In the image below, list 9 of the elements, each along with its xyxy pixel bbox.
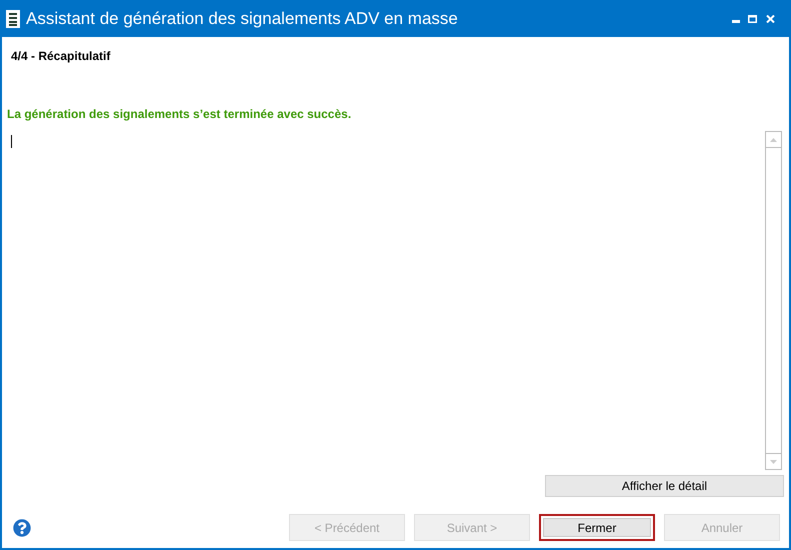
maximize-icon[interactable]: [748, 14, 757, 22]
step-title: 4/4 - Récapitulatif: [11, 48, 110, 65]
close-icon[interactable]: [766, 14, 775, 22]
show-detail-button[interactable]: Afficher le détail: [545, 475, 784, 497]
wizard-button[interactable]: Fermer: [539, 514, 655, 541]
app-icon: [6, 10, 20, 28]
help-icon[interactable]: [13, 518, 31, 536]
window-title: Assistant de génération des signalements ADV en masse: [26, 8, 458, 30]
success-message: La génération des signalements s’est terminée avec succès.: [7, 106, 352, 123]
